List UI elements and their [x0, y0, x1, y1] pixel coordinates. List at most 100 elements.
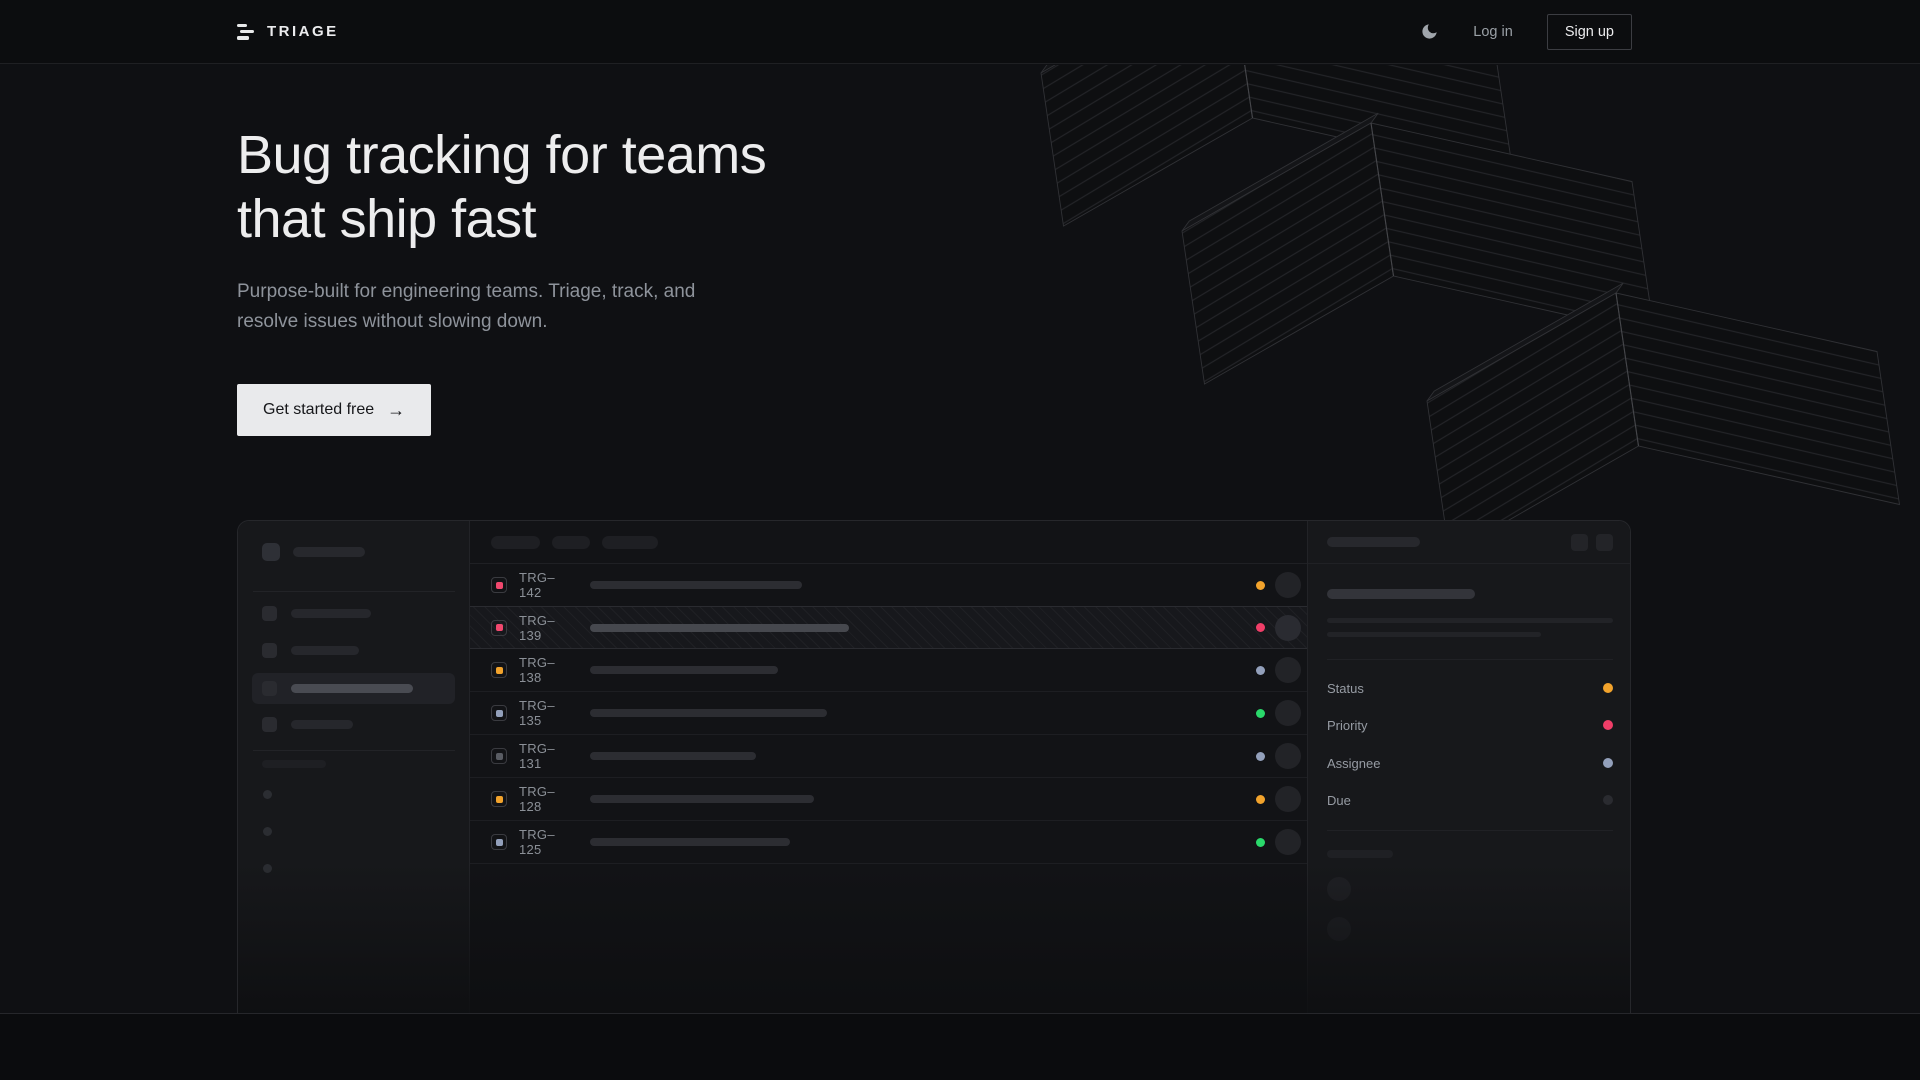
detail-title-skeleton — [1327, 589, 1475, 599]
issue-row[interactable]: TRG–142 — [470, 564, 1307, 607]
sidebar-item-icon — [262, 606, 277, 621]
app-mockup: TRG–142 TRG–139 TRG–138 TRG–135 — [237, 520, 1631, 1013]
workspace-avatar — [262, 543, 280, 561]
filter-tab-skeleton[interactable] — [552, 536, 590, 549]
issue-type-icon — [491, 577, 507, 593]
sidebar-item[interactable] — [262, 717, 353, 732]
avatar — [1275, 572, 1301, 598]
sidebar-item-icon — [262, 717, 277, 732]
brand-name: TRIAGE — [267, 23, 339, 40]
issue-id: TRG–128 — [519, 784, 577, 814]
moon-icon — [1420, 22, 1439, 41]
field-label: Assignee — [1327, 756, 1380, 771]
issue-row[interactable]: TRG–138 — [470, 649, 1307, 692]
signup-button[interactable]: Sign up — [1547, 14, 1632, 50]
detail-field-assignee[interactable]: Assignee — [1327, 753, 1613, 773]
field-label: Status — [1327, 681, 1364, 696]
sidebar-dot — [263, 790, 272, 799]
issue-type-icon — [491, 748, 507, 764]
issue-detail-panel: Status Priority Assignee Due — [1307, 521, 1631, 1013]
issue-title-skeleton — [590, 581, 802, 589]
status-value-dot — [1603, 683, 1613, 693]
avatar — [1275, 743, 1301, 769]
issue-type-icon — [491, 620, 507, 636]
issue-row-selected[interactable]: TRG–139 — [470, 606, 1307, 649]
sidebar-item[interactable] — [262, 643, 359, 658]
avatar — [1275, 786, 1301, 812]
issue-row[interactable]: TRG–135 — [470, 692, 1307, 735]
workspace-switcher — [262, 543, 365, 561]
status-dot — [1256, 752, 1265, 761]
sidebar-dot — [263, 827, 272, 836]
section-label-skeleton — [1327, 850, 1393, 858]
divider — [253, 591, 455, 592]
brand[interactable]: TRIAGE — [237, 23, 339, 40]
issue-list-header — [470, 521, 1307, 564]
status-dot — [1256, 838, 1265, 847]
issue-row[interactable]: TRG–125 — [470, 821, 1307, 864]
issue-id: TRG–131 — [519, 741, 577, 771]
skeleton-bar — [291, 720, 353, 729]
issue-type-icon — [491, 705, 507, 721]
avatar — [1275, 829, 1301, 855]
status-dot — [1256, 581, 1265, 590]
detail-description-skeleton — [1327, 618, 1613, 623]
issue-type-icon — [491, 791, 507, 807]
triage-logo-icon — [237, 24, 255, 40]
filter-tab-skeleton[interactable] — [491, 536, 540, 549]
detail-action-button[interactable] — [1596, 534, 1613, 551]
skeleton-bar — [291, 684, 413, 693]
hero-section: Bug tracking for teams that ship fast Pu… — [237, 123, 766, 436]
issue-row[interactable]: TRG–128 — [470, 778, 1307, 821]
detail-description-skeleton — [1327, 632, 1541, 637]
skeleton-bar — [293, 547, 365, 557]
sidebar-item-icon — [262, 681, 277, 696]
login-link[interactable]: Log in — [1473, 24, 1513, 40]
sidebar-item[interactable] — [262, 606, 371, 621]
issue-type-icon — [491, 834, 507, 850]
due-value-dot — [1603, 795, 1613, 805]
detail-field-priority[interactable]: Priority — [1327, 715, 1613, 735]
avatar — [1275, 700, 1301, 726]
arrow-right-icon: → — [387, 401, 405, 419]
detail-field-due[interactable]: Due — [1327, 790, 1613, 810]
issue-title-skeleton — [590, 624, 849, 632]
sidebar-item-icon — [262, 643, 277, 658]
field-label: Priority — [1327, 718, 1367, 733]
sidebar-dot — [263, 864, 272, 873]
issue-list: TRG–142 TRG–139 TRG–138 TRG–135 — [470, 521, 1307, 1013]
sidebar-item-active[interactable] — [262, 681, 413, 696]
hero-title: Bug tracking for teams that ship fast — [237, 123, 766, 251]
comment-avatar-skeleton — [1327, 877, 1351, 901]
priority-value-dot — [1603, 720, 1613, 730]
issue-id: TRG–138 — [519, 655, 577, 685]
issue-title-skeleton — [590, 838, 790, 846]
detail-action-button[interactable] — [1571, 534, 1588, 551]
detail-header — [1308, 521, 1631, 564]
status-dot — [1256, 795, 1265, 804]
section-label-skeleton — [262, 760, 326, 768]
detail-field-status[interactable]: Status — [1327, 678, 1613, 698]
status-dot — [1256, 623, 1265, 632]
issue-type-icon — [491, 662, 507, 678]
hero-subtitle: Purpose-built for engineering teams. Tri… — [237, 277, 766, 337]
skeleton-bar — [291, 609, 371, 618]
mockup-sidebar — [238, 521, 470, 1013]
footer — [0, 1013, 1920, 1080]
avatar — [1275, 615, 1301, 641]
wireframe-decoration — [1000, 65, 1920, 535]
issue-title-skeleton — [590, 666, 778, 674]
filter-tab-skeleton[interactable] — [602, 536, 658, 549]
get-started-button[interactable]: Get started free → — [237, 384, 431, 436]
issue-id: TRG–142 — [519, 570, 577, 600]
assignee-value-dot — [1603, 758, 1613, 768]
status-dot — [1256, 666, 1265, 675]
skeleton-bar — [1327, 537, 1420, 547]
divider — [1327, 830, 1613, 831]
skeleton-bar — [291, 646, 359, 655]
nav-actions: Log in Sign up — [1420, 14, 1632, 50]
issue-title-skeleton — [590, 709, 827, 717]
issue-row[interactable]: TRG–131 — [470, 735, 1307, 778]
theme-toggle-button[interactable] — [1420, 22, 1439, 41]
divider — [1327, 659, 1613, 660]
